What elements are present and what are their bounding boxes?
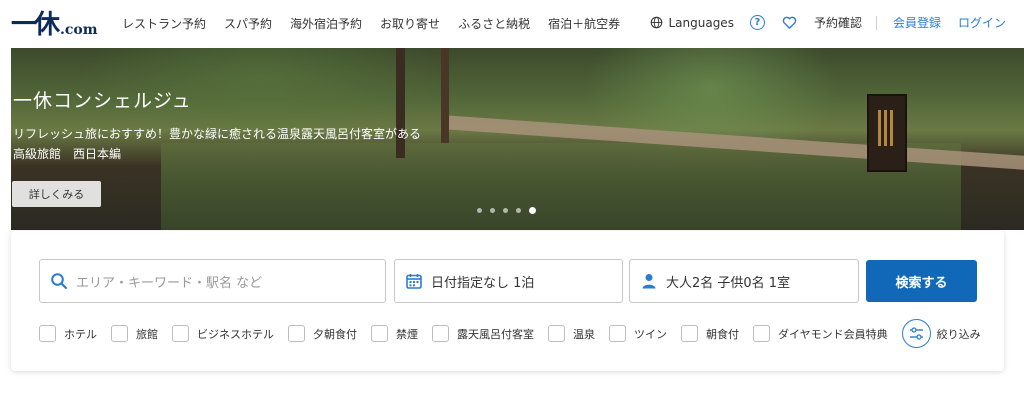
checkbox[interactable] <box>371 325 388 342</box>
area-keyword-input[interactable]: エリア・キーワード・駅名 など <box>39 259 386 303</box>
nav-item-restaurant[interactable]: レストラン予約 <box>122 15 206 32</box>
sliders-icon <box>901 319 931 348</box>
filter-business-hotel[interactable]: ビジネスホテル <box>172 325 274 342</box>
site-header: 一休 .com レストラン予約 スパ予約 海外宿泊予約 お取り寄せ ふるさと納税… <box>0 0 1024 48</box>
favorites-heart-icon[interactable] <box>782 15 797 30</box>
hero-title: 一休コンシェルジュ <box>13 90 192 112</box>
carousel-dot[interactable] <box>503 208 508 213</box>
filter-twin[interactable]: ツイン <box>609 325 667 342</box>
nav-item-spa[interactable]: スパ予約 <box>224 15 272 32</box>
filter-onsen[interactable]: 温泉 <box>548 325 595 342</box>
register-link[interactable]: 会員登録 <box>893 14 941 31</box>
area-keyword-placeholder: エリア・キーワード・駅名 など <box>76 275 263 291</box>
guests-value: 大人2名 子供0名 1室 <box>666 275 791 291</box>
filter-dinner-breakfast[interactable]: 夕朝食付 <box>288 325 357 342</box>
hero-details-button[interactable]: 詳しくみる <box>12 181 101 207</box>
quick-filters: ホテル 旅館 ビジネスホテル 夕朝食付 禁煙 露天風呂付客室 温泉 ツイン 朝食… <box>39 319 981 348</box>
main-nav: レストラン予約 スパ予約 海外宿泊予約 お取り寄せ ふるさと納税 宿泊＋航空券 <box>122 15 620 32</box>
filter-hotel[interactable]: ホテル <box>39 325 97 342</box>
guests-rooms-field[interactable]: 大人2名 子供0名 1室 <box>629 259 859 303</box>
narrow-down-button[interactable]: 絞り込み <box>901 319 981 348</box>
login-link[interactable]: ログイン <box>958 14 1006 31</box>
checkbox[interactable] <box>111 325 128 342</box>
help-icon[interactable]: ? <box>749 15 765 30</box>
search-panel: エリア・キーワード・駅名 など 日付指定なし 1泊 大人2名 子供0名 1室 検… <box>11 231 1004 371</box>
date-picker-field[interactable]: 日付指定なし 1泊 <box>394 259 623 303</box>
hero-photo-lantern <box>867 94 907 172</box>
filter-breakfast[interactable]: 朝食付 <box>681 325 739 342</box>
filter-label: 温泉 <box>573 327 595 341</box>
filter-label: ツイン <box>634 327 667 341</box>
search-submit-button[interactable]: 検索する <box>866 260 977 302</box>
checkbox[interactable] <box>753 325 770 342</box>
date-value: 日付指定なし 1泊 <box>431 275 535 291</box>
person-icon <box>642 274 656 289</box>
nav-item-gourmet-delivery[interactable]: お取り寄せ <box>380 15 440 32</box>
filter-open-air-bath-room[interactable]: 露天風呂付客室 <box>432 325 534 342</box>
hero-photo-tree <box>441 48 449 143</box>
filter-label: 旅館 <box>136 327 158 341</box>
checkbox[interactable] <box>681 325 698 342</box>
search-icon <box>51 273 68 290</box>
nav-item-furusato[interactable]: ふるさと納税 <box>458 15 530 32</box>
carousel-dot-active[interactable] <box>529 207 536 214</box>
languages-label: Languages <box>668 15 734 30</box>
filter-label: 朝食付 <box>706 327 739 341</box>
filter-ryokan[interactable]: 旅館 <box>111 325 158 342</box>
logo-suffix: .com <box>60 22 98 38</box>
checkbox[interactable] <box>548 325 565 342</box>
site-logo[interactable]: 一休 .com <box>11 10 98 38</box>
checkbox[interactable] <box>172 325 189 342</box>
checkbox[interactable] <box>432 325 449 342</box>
hero-banner[interactable]: 一休コンシェルジュ リフレッシュ旅におすすめ！豊かな緑に癒される温泉露天風呂付客… <box>11 48 1024 230</box>
filter-label: ホテル <box>64 327 97 341</box>
nav-item-hotel-flight[interactable]: 宿泊＋航空券 <box>548 15 620 32</box>
checkbox[interactable] <box>609 325 626 342</box>
carousel-dot[interactable] <box>516 208 521 213</box>
carousel-dots <box>477 207 536 214</box>
carousel-dot[interactable] <box>490 208 495 213</box>
languages-button[interactable]: Languages <box>650 15 734 30</box>
filter-label: 禁煙 <box>396 327 418 341</box>
reservation-check-link[interactable]: 予約確認 <box>814 14 862 31</box>
account-nav: Languages ? 予約確認 会員登録 ログイン <box>650 14 1006 31</box>
nav-divider <box>875 15 877 30</box>
filter-label: ビジネスホテル <box>197 327 274 341</box>
logo-mark: 一休 <box>11 10 60 40</box>
narrow-down-label: 絞り込み <box>936 327 981 341</box>
filter-diamond-benefit[interactable]: ダイヤモンド会員特典 <box>753 325 888 342</box>
globe-icon <box>651 16 663 29</box>
filter-non-smoking[interactable]: 禁煙 <box>371 325 418 342</box>
filter-label: 露天風呂付客室 <box>457 327 534 341</box>
checkbox[interactable] <box>39 325 56 342</box>
nav-item-overseas-hotels[interactable]: 海外宿泊予約 <box>290 15 362 32</box>
hero-description: リフレッシュ旅におすすめ！豊かな緑に癒される温泉露天風呂付客室がある高級旅館 西… <box>13 127 422 161</box>
carousel-dot[interactable] <box>477 208 482 213</box>
filter-label: 夕朝食付 <box>313 327 357 341</box>
filter-label: ダイヤモンド会員特典 <box>778 327 888 341</box>
checkbox[interactable] <box>288 325 305 342</box>
calendar-icon <box>406 274 422 289</box>
